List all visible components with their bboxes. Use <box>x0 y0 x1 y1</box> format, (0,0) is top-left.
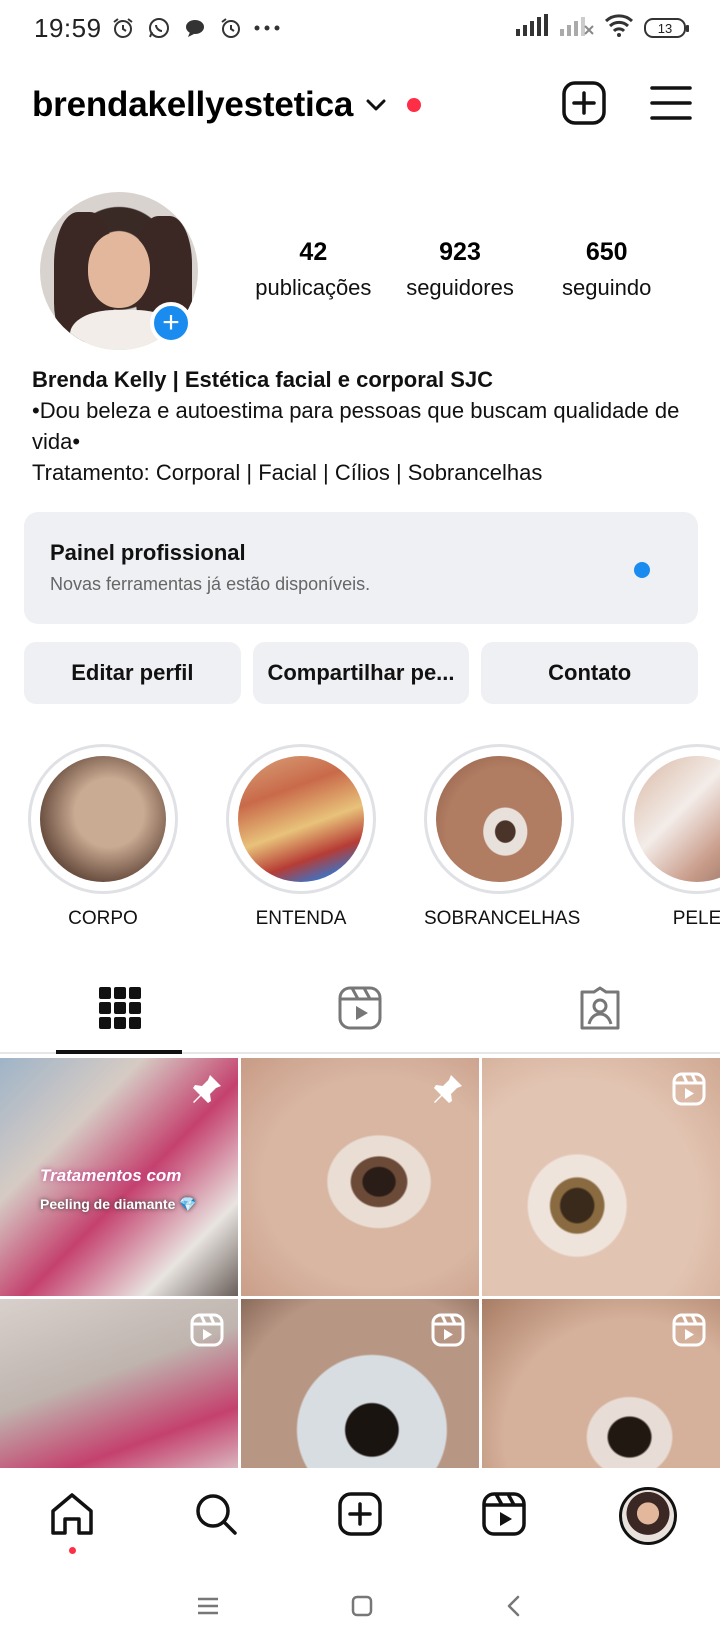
profile-stats: 42 publicações 923 seguidores 650 seguin… <box>240 238 680 301</box>
grid-icon <box>99 986 141 1034</box>
reels-icon <box>482 1491 526 1541</box>
signal-icon <box>516 13 550 43</box>
highlight-image <box>436 756 562 882</box>
back-icon[interactable] <box>504 1594 524 1623</box>
nav-home[interactable] <box>0 1491 144 1554</box>
pin-icon <box>431 1072 465 1106</box>
tab-tagged[interactable] <box>480 968 720 1052</box>
search-icon <box>193 1491 239 1542</box>
stat-following-label: seguindo <box>562 275 652 300</box>
post-tile[interactable] <box>0 1299 238 1468</box>
profile-actions: Editar perfil Compartilhar pe... Contato <box>24 642 699 704</box>
post-tile[interactable] <box>241 1299 479 1468</box>
bio-line: Tratamento: Corporal | Facial | Cílios |… <box>32 460 543 485</box>
home-notification-dot <box>68 1546 76 1554</box>
post-tile[interactable] <box>482 1299 720 1468</box>
highlight-image <box>40 756 166 882</box>
alarm-icon <box>110 15 136 41</box>
highlight-image <box>238 756 364 882</box>
stat-followers-label: seguidores <box>406 275 514 300</box>
create-icon <box>338 1491 382 1541</box>
tab-grid[interactable] <box>0 968 240 1054</box>
profile-bio: Brenda Kelly | Estética facial e corpora… <box>32 364 692 488</box>
highlight-label: SOBRANCELHAS <box>424 908 581 929</box>
profile-tabs <box>0 968 720 1054</box>
stat-posts-value: 42 <box>299 238 328 266</box>
panel-title: Painel profissional <box>50 540 246 565</box>
profile-avatar-small <box>619 1487 677 1545</box>
reels-badge-icon <box>190 1313 224 1347</box>
nav-profile[interactable] <box>576 1487 720 1545</box>
notification-dot <box>407 98 422 112</box>
home-square-icon[interactable] <box>350 1594 374 1623</box>
bio-name: Brenda Kelly | Estética facial e corpora… <box>32 367 494 392</box>
post-tile[interactable] <box>482 1058 720 1296</box>
status-time: 19:59 <box>34 12 102 43</box>
stat-followers-value: 923 <box>439 238 481 266</box>
create-post-icon[interactable] <box>562 80 606 130</box>
stat-posts[interactable]: 42 publicações <box>240 238 387 301</box>
battery-indicator: 13 <box>644 18 689 38</box>
system-navigation <box>0 1566 720 1650</box>
highlight-pele[interactable]: PELE <box>622 744 720 930</box>
wifi-icon <box>604 13 634 44</box>
panel-subtitle: Novas ferramentas já estão disponíveis. <box>50 574 371 594</box>
menu-icon[interactable] <box>650 85 692 126</box>
story-highlights: CORPO ENTENDA SOBRANCELHAS PELE <box>0 744 720 934</box>
whatsapp-icon <box>146 15 172 41</box>
nav-create[interactable] <box>288 1491 432 1541</box>
reels-badge-icon <box>672 1072 706 1106</box>
pin-icon <box>190 1072 224 1106</box>
bio-line: •Dou beleza e autoestima para pessoas qu… <box>32 398 680 454</box>
highlight-entenda[interactable]: ENTENDA <box>226 744 376 930</box>
stat-followers[interactable]: 923 seguidores <box>387 238 534 301</box>
stat-following[interactable]: 650 seguindo <box>533 238 680 301</box>
highlight-image <box>634 756 720 882</box>
chevron-down-icon[interactable] <box>363 92 389 118</box>
highlight-label: PELE <box>672 908 720 929</box>
signal-weak-icon <box>560 14 594 43</box>
reels-badge-icon <box>431 1313 465 1347</box>
stat-posts-label: publicações <box>255 275 372 300</box>
alarm-icon-2 <box>218 15 244 41</box>
reels-badge-icon <box>672 1313 706 1347</box>
post-tile[interactable] <box>241 1058 479 1296</box>
nav-search[interactable] <box>144 1491 288 1542</box>
chat-icon <box>182 15 208 41</box>
highlight-corpo[interactable]: CORPO <box>28 744 178 930</box>
edit-profile-button[interactable]: Editar perfil <box>24 642 241 704</box>
recents-menu-icon[interactable] <box>196 1596 220 1621</box>
nav-reels[interactable] <box>432 1491 576 1541</box>
panel-new-indicator <box>634 562 650 578</box>
professional-dashboard[interactable]: Painel profissional Novas ferramentas já… <box>24 512 698 624</box>
highlight-label: CORPO <box>68 908 138 929</box>
username[interactable]: brendakellyestetica <box>32 85 353 125</box>
post-overlay-title: Tratamentos com <box>40 1166 182 1185</box>
tab-reels[interactable] <box>240 968 480 1052</box>
highlight-sobrancelhas[interactable]: SOBRANCELHAS <box>424 744 581 930</box>
share-profile-button[interactable]: Compartilhar pe... <box>252 642 470 704</box>
home-icon <box>49 1491 95 1542</box>
profile-header: brendakellyestetica <box>32 74 692 136</box>
highlight-label: ENTENDA <box>255 908 347 929</box>
post-tile[interactable]: Tratamentos com Peeling de diamante 💎 <box>0 1058 238 1296</box>
post-overlay-subtitle: Peeling de diamante 💎 <box>40 1196 197 1212</box>
more-dots-icon <box>254 15 280 41</box>
posts-grid: Tratamentos com Peeling de diamante 💎 <box>0 1058 720 1468</box>
add-story-plus-icon[interactable]: + <box>150 302 192 344</box>
status-bar: 19:59 13 <box>0 0 720 56</box>
contact-button[interactable]: Contato <box>481 642 699 704</box>
reels-icon <box>338 986 382 1035</box>
tagged-icon <box>578 986 622 1035</box>
bottom-navigation <box>0 1468 720 1564</box>
stat-following-value: 650 <box>585 238 628 266</box>
